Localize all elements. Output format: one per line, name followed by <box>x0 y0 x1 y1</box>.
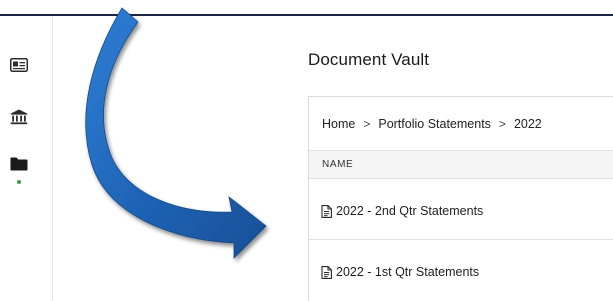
breadcrumb-separator: > <box>363 117 371 131</box>
bank-icon <box>10 109 28 125</box>
breadcrumb-current-2022: 2022 <box>513 117 542 131</box>
sidebar-item-profile[interactable] <box>8 54 30 76</box>
top-header-bar <box>0 0 613 16</box>
breadcrumb-separator: > <box>498 117 506 131</box>
column-header-name[interactable]: NAME <box>322 159 353 170</box>
sidebar <box>0 16 52 301</box>
table-row[interactable]: 2022 - 2nd Qtr Statements <box>309 179 613 240</box>
document-name[interactable]: 2022 - 1st Qtr Statements <box>336 265 479 279</box>
row-content: 2022 - 1st Qtr Statements <box>321 265 479 279</box>
breadcrumb-portfolio-statements[interactable]: Portfolio Statements <box>378 117 491 131</box>
sidebar-item-accounts[interactable] <box>8 106 30 128</box>
page: Document Vault Home > Portfolio Statemen… <box>0 0 613 301</box>
breadcrumb: Home > Portfolio Statements > 2022 <box>322 117 542 131</box>
document-panel: Home > Portfolio Statements > 2022 NAME <box>308 96 613 301</box>
header-divider <box>0 14 613 16</box>
id-card-icon <box>10 58 28 72</box>
document-icon <box>321 204 332 218</box>
sidebar-divider <box>52 16 53 301</box>
sidebar-item-documents[interactable] <box>8 153 30 175</box>
row-content: 2022 - 2nd Qtr Statements <box>321 204 483 218</box>
active-indicator-dot <box>17 180 21 184</box>
document-name[interactable]: 2022 - 2nd Qtr Statements <box>336 204 483 218</box>
document-icon <box>321 265 332 279</box>
page-title: Document Vault <box>308 50 430 69</box>
folder-icon <box>10 157 28 171</box>
breadcrumb-home[interactable]: Home <box>322 117 355 131</box>
table-row[interactable]: 2022 - 1st Qtr Statements <box>309 241 613 301</box>
table-header: NAME <box>309 150 613 179</box>
